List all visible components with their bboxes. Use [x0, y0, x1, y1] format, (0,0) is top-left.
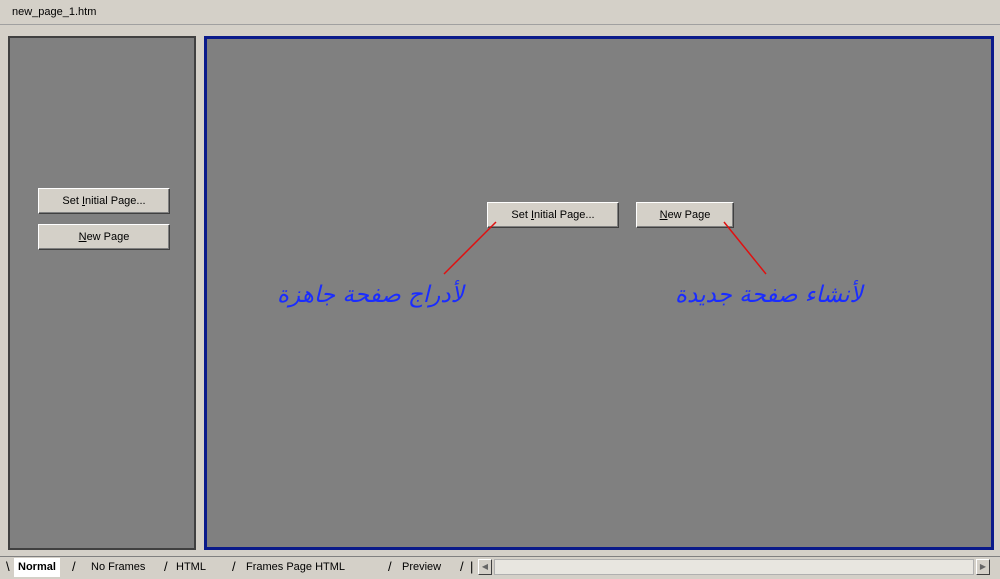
- tab-separator: /: [72, 559, 76, 574]
- button-mnemonic: N: [659, 209, 668, 221]
- tab-normal[interactable]: Normal: [14, 558, 60, 577]
- tab-separator: |: [470, 559, 474, 574]
- scroll-left-button[interactable]: ◀: [478, 559, 492, 575]
- annotation-insert-existing-page: لأدراج صفحة جاهزة: [277, 282, 464, 308]
- document-title: new_page_1.htm: [12, 6, 97, 18]
- button-label-part: nitial Page...: [534, 209, 595, 221]
- view-tab-bar: \ Normal / No Frames / HTML / Frames Pag…: [0, 556, 1000, 579]
- tab-separator: /: [164, 559, 168, 574]
- right-frame[interactable]: Set Initial Page... New Page لأدراج صفحة…: [204, 36, 994, 550]
- scroll-right-button[interactable]: ▶: [976, 559, 990, 575]
- right-new-page-button[interactable]: New Page: [636, 202, 734, 228]
- tab-html[interactable]: HTML: [172, 558, 210, 576]
- tab-frames-page-html[interactable]: Frames Page HTML: [242, 558, 349, 576]
- button-label-part: ew Page: [86, 231, 130, 243]
- left-frame[interactable]: Set Initial Page... New Page: [8, 36, 196, 550]
- tab-separator: /: [460, 559, 464, 574]
- button-label-part: Set: [511, 209, 531, 221]
- tab-separator: \: [6, 559, 10, 574]
- button-label-part: nitial Page...: [85, 195, 146, 207]
- button-mnemonic: N: [78, 231, 87, 243]
- horizontal-scroll-track[interactable]: [494, 559, 974, 575]
- button-label-part: Set: [62, 195, 82, 207]
- left-set-initial-page-button[interactable]: Set Initial Page...: [38, 188, 170, 214]
- document-title-bar: new_page_1.htm: [0, 0, 1000, 25]
- tab-separator: /: [232, 559, 236, 574]
- button-label-part: ew Page: [667, 209, 711, 221]
- frameset-editor: Set Initial Page... New Page Set Initial…: [6, 32, 994, 554]
- annotation-create-new-page: لأنشاء صفحة جديدة: [675, 282, 863, 308]
- tab-separator: /: [388, 559, 392, 574]
- tab-preview[interactable]: Preview: [398, 558, 445, 576]
- tab-no-frames[interactable]: No Frames: [87, 558, 149, 576]
- left-new-page-button[interactable]: New Page: [38, 224, 170, 250]
- right-set-initial-page-button[interactable]: Set Initial Page...: [487, 202, 619, 228]
